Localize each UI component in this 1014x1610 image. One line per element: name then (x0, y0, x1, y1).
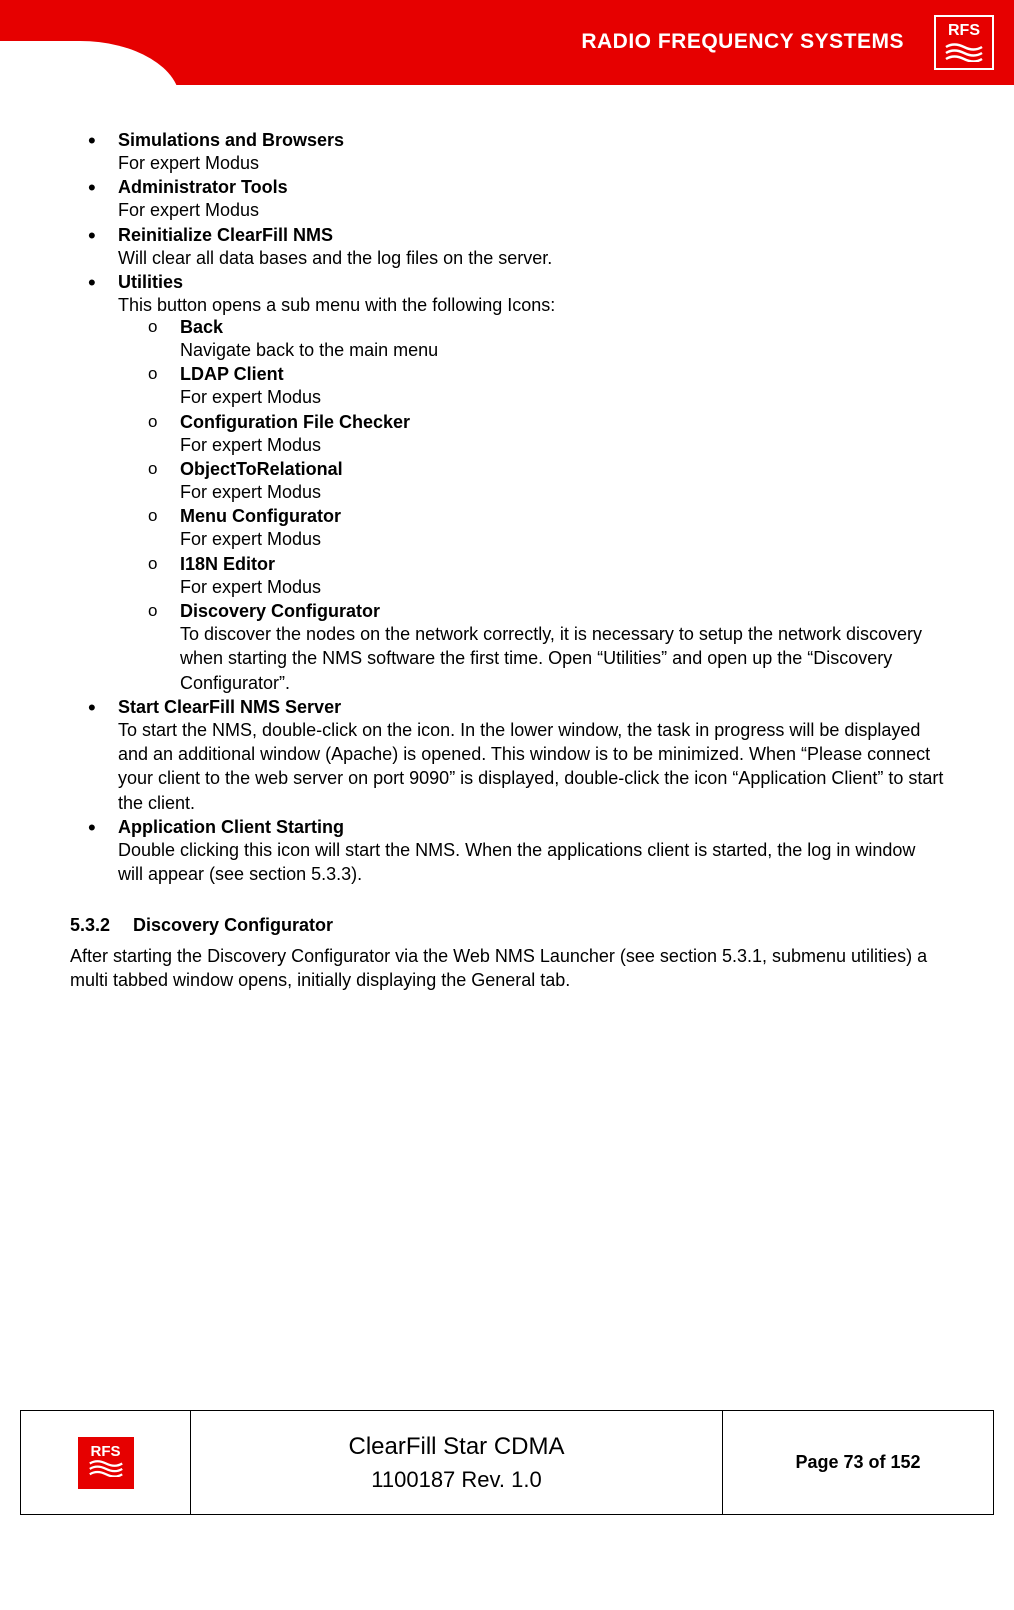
page-header: RADIO FREQUENCY SYSTEMS RFS (0, 0, 1014, 100)
page-number: Page 73 of 152 (795, 1452, 920, 1473)
logo-text: RFS (91, 1444, 121, 1459)
item-desc: Double clicking this icon will start the… (118, 838, 944, 887)
item-desc: To discover the nodes on the network cor… (180, 622, 944, 695)
item-title: I18N Editor (180, 554, 275, 574)
footer-title-cell: ClearFill Star CDMA 1100187 Rev. 1.0 (191, 1411, 723, 1514)
list-item: Configuration File Checker For expert Mo… (180, 412, 944, 457)
item-desc: To start the NMS, double-click on the ic… (118, 718, 944, 815)
footer-logo-cell: RFS (21, 1411, 191, 1514)
item-title: Administrator Tools (118, 177, 288, 197)
section-title: Discovery Configurator (133, 915, 333, 935)
item-desc: For expert Modus (180, 433, 944, 457)
item-desc: For expert Modus (180, 527, 944, 551)
list-item: Reinitialize ClearFill NMS Will clear al… (118, 225, 944, 270)
list-item: Start ClearFill NMS Server To start the … (118, 697, 944, 815)
list-item: ObjectToRelational For expert Modus (180, 459, 944, 504)
list-item: Utilities This button opens a sub menu w… (118, 272, 944, 695)
item-title: Utilities (118, 272, 183, 292)
item-title: Application Client Starting (118, 817, 344, 837)
list-item: I18N Editor For expert Modus (180, 554, 944, 599)
list-item: Menu Configurator For expert Modus (180, 506, 944, 551)
page-footer: RFS ClearFill Star CDMA 1100187 Rev. 1.0… (20, 1410, 994, 1515)
main-list: Simulations and Browsers For expert Modu… (70, 130, 944, 887)
footer-revision: 1100187 Rev. 1.0 (371, 1467, 541, 1493)
list-item: Discovery Configurator To discover the n… (180, 601, 944, 695)
section-heading: 5.3.2 Discovery Configurator (70, 915, 944, 936)
item-title: LDAP Client (180, 364, 284, 384)
item-title: Simulations and Browsers (118, 130, 344, 150)
rfs-logo: RFS (934, 15, 994, 70)
item-desc: For expert Modus (180, 575, 944, 599)
item-title: Configuration File Checker (180, 412, 410, 432)
list-item: Application Client Starting Double click… (118, 817, 944, 887)
section-body: After starting the Discovery Configurato… (70, 944, 944, 993)
list-item: Simulations and Browsers For expert Modu… (118, 130, 944, 175)
item-title: Reinitialize ClearFill NMS (118, 225, 333, 245)
item-title: Back (180, 317, 223, 337)
rfs-logo: RFS (78, 1437, 134, 1489)
brand-text: RADIO FREQUENCY SYSTEMS (581, 30, 904, 54)
sub-list: Back Navigate back to the main menu LDAP… (118, 317, 944, 695)
item-desc: For expert Modus (118, 151, 944, 175)
item-desc: Navigate back to the main menu (180, 338, 944, 362)
page-content: Simulations and Browsers For expert Modu… (0, 100, 1014, 1410)
wave-icon (88, 1459, 124, 1482)
list-item: Administrator Tools For expert Modus (118, 177, 944, 222)
item-title: Start ClearFill NMS Server (118, 697, 341, 717)
wave-icon (944, 42, 984, 62)
footer-title: ClearFill Star CDMA (348, 1433, 564, 1461)
item-title: Discovery Configurator (180, 601, 380, 621)
item-desc: Will clear all data bases and the log fi… (118, 246, 944, 270)
list-item: LDAP Client For expert Modus (180, 364, 944, 409)
section-number: 5.3.2 (70, 915, 128, 936)
footer-page-cell: Page 73 of 152 (723, 1411, 993, 1514)
item-desc: For expert Modus (180, 480, 944, 504)
item-title: ObjectToRelational (180, 459, 343, 479)
logo-text: RFS (948, 23, 980, 39)
item-desc: For expert Modus (118, 198, 944, 222)
item-desc: For expert Modus (180, 385, 944, 409)
list-item: Back Navigate back to the main menu (180, 317, 944, 362)
item-title: Menu Configurator (180, 506, 341, 526)
item-desc: This button opens a sub menu with the fo… (118, 293, 944, 317)
